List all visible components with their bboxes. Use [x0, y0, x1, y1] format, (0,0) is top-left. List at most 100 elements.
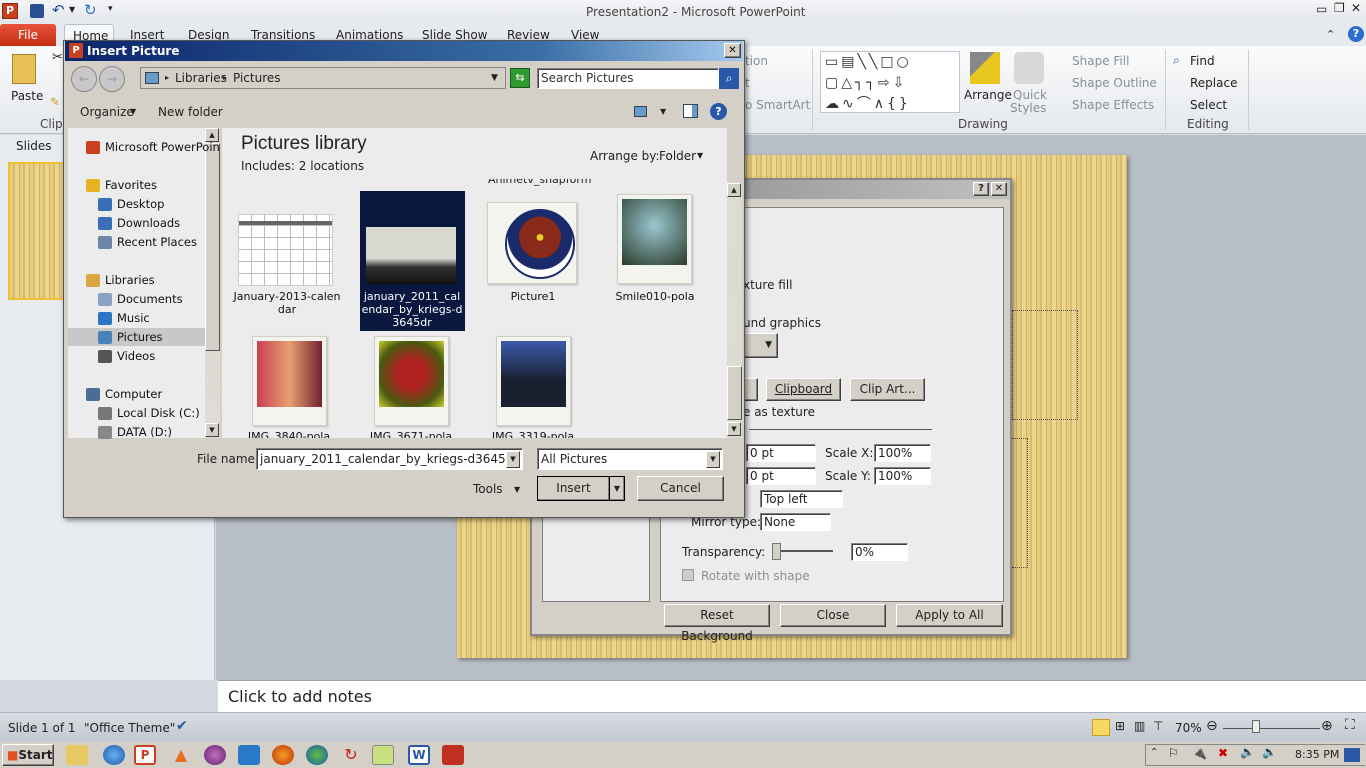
- align-text-button[interactable]: t: [745, 76, 750, 90]
- refresh-button[interactable]: ⇆: [510, 68, 530, 88]
- help-button[interactable]: ?: [973, 182, 989, 196]
- normal-view-button[interactable]: [1092, 719, 1110, 736]
- quick-styles-button[interactable]: Quick: [1013, 88, 1047, 102]
- reset-background-button[interactable]: Reset Background: [664, 604, 770, 643]
- network-disconnected-icon[interactable]: ✖: [1218, 746, 1228, 760]
- nav-item[interactable]: Recent Places: [117, 235, 197, 249]
- slides-tab[interactable]: Slides: [16, 139, 52, 153]
- close-dialog-button[interactable]: ✕: [991, 182, 1007, 196]
- shape-effects-button[interactable]: Shape Effects: [1072, 98, 1154, 112]
- help-icon[interactable]: ?: [710, 103, 727, 120]
- shape-fill-button[interactable]: Shape Fill: [1072, 54, 1129, 68]
- convert-smartart-button[interactable]: o SmartArt: [745, 98, 810, 112]
- breadcrumb-libraries[interactable]: Libraries: [175, 71, 227, 85]
- theme-name[interactable]: "Office Theme": [84, 721, 175, 735]
- slide-show-icon[interactable]: ⊤: [1153, 719, 1163, 733]
- ribbon-minimize-icon[interactable]: ⌃: [1326, 28, 1335, 41]
- chevron-down-icon[interactable]: ▼: [697, 151, 703, 160]
- tools-menu[interactable]: Tools: [473, 482, 503, 496]
- file-type-dropdown[interactable]: ▼: [706, 451, 720, 468]
- alignment-select[interactable]: Top left: [760, 490, 843, 508]
- transparency-field[interactable]: 0%: [851, 543, 908, 561]
- firefox-taskbar-icon[interactable]: [272, 745, 294, 765]
- view-options-icon[interactable]: ▼: [660, 107, 666, 116]
- nav-item[interactable]: Pictures: [117, 330, 163, 344]
- powerpoint-logo-icon[interactable]: P: [2, 3, 18, 19]
- restore-button[interactable]: ❐: [1334, 1, 1345, 15]
- library-includes[interactable]: Includes: 2 locations: [241, 159, 364, 173]
- texture-fill-option[interactable]: xture fill: [743, 278, 793, 292]
- network-app-taskbar-icon[interactable]: [306, 745, 328, 765]
- tile-as-texture-checkbox[interactable]: e as texture: [743, 405, 815, 419]
- reading-view-icon[interactable]: ▥: [1134, 719, 1145, 733]
- fit-to-window-icon[interactable]: ⛶: [1345, 717, 1355, 733]
- zoom-out-button[interactable]: ⊖: [1206, 718, 1218, 734]
- app-taskbar-icon[interactable]: [442, 745, 464, 765]
- new-folder-button[interactable]: New folder: [158, 105, 223, 119]
- start-button[interactable]: ■Start: [2, 744, 54, 766]
- scroll-down-button[interactable]: ▼: [727, 422, 741, 436]
- format-painter-icon[interactable]: ✎: [50, 95, 60, 109]
- nav-item[interactable]: Microsoft PowerPoin: [105, 140, 220, 154]
- nav-item[interactable]: Videos: [117, 349, 155, 363]
- offset-y-field[interactable]: 0 pt: [746, 467, 816, 485]
- nav-item[interactable]: DATA (D:): [117, 425, 172, 439]
- notes-placeholder[interactable]: Click to add notes: [228, 687, 372, 706]
- notes-pane[interactable]: Click to add notes: [218, 680, 1366, 712]
- file-type-filter[interactable]: All Pictures: [537, 448, 723, 470]
- slide-thumbnail[interactable]: [8, 162, 66, 300]
- nav-item[interactable]: Favorites: [105, 178, 157, 192]
- transparency-slider-thumb[interactable]: [772, 543, 781, 560]
- file-name-dropdown[interactable]: ▼: [506, 451, 520, 468]
- save-icon[interactable]: [30, 4, 44, 18]
- nav-item[interactable]: Music: [117, 311, 150, 325]
- zoom-level[interactable]: 70%: [1175, 721, 1202, 735]
- vlc-taskbar-icon[interactable]: ▲: [170, 745, 192, 765]
- power-icon[interactable]: 🔌: [1192, 746, 1207, 760]
- text-direction-button[interactable]: tion: [745, 54, 768, 68]
- help-icon[interactable]: ?: [1348, 26, 1364, 42]
- powerpoint-taskbar-icon[interactable]: P: [134, 745, 156, 765]
- file-app-taskbar-icon[interactable]: [372, 745, 394, 765]
- media-app-taskbar-icon[interactable]: [204, 745, 226, 765]
- show-desktop-icon[interactable]: [1344, 748, 1360, 762]
- file-list-scroll-thumb[interactable]: [727, 366, 742, 420]
- word-taskbar-icon[interactable]: W: [408, 745, 430, 765]
- nav-item[interactable]: Local Disk (C:): [117, 406, 200, 420]
- quick-styles-icon[interactable]: [1014, 52, 1044, 84]
- nav-item[interactable]: Documents: [117, 292, 183, 306]
- close-window-button[interactable]: ✕: [1351, 1, 1361, 15]
- apply-to-all-button[interactable]: Apply to All: [896, 604, 1003, 627]
- file-name-input[interactable]: january_2011_calendar_by_kriegs-d3645dr: [256, 448, 523, 470]
- nav-item[interactable]: Computer: [105, 387, 162, 401]
- transparency-slider-track[interactable]: [775, 550, 833, 552]
- breadcrumb-pictures[interactable]: Pictures: [233, 71, 281, 85]
- shape-outline-button[interactable]: Shape Outline: [1072, 76, 1157, 90]
- file-tile[interactable]: [496, 336, 571, 426]
- paste-button[interactable]: Paste: [11, 89, 43, 103]
- hide-background-graphics[interactable]: und graphics: [743, 316, 821, 330]
- arrange-icon[interactable]: [970, 52, 1000, 84]
- file-tile[interactable]: [252, 336, 327, 426]
- volume-muted-icon[interactable]: 🔈: [1262, 745, 1277, 759]
- file-tile[interactable]: [374, 336, 449, 426]
- file-tile[interactable]: [487, 202, 577, 284]
- paste-icon[interactable]: [12, 54, 36, 84]
- close-button[interactable]: Close: [780, 604, 886, 627]
- scale-y-field[interactable]: 100%: [874, 467, 931, 485]
- close-dialog-button[interactable]: ✕: [724, 43, 741, 58]
- insert-options-dropdown[interactable]: ▼: [609, 476, 625, 501]
- chevron-down-icon[interactable]: ▼: [491, 73, 498, 83]
- customize-toolbar-icon[interactable]: ▾: [108, 4, 113, 14]
- clip-art-button[interactable]: Clip Art...: [850, 378, 925, 401]
- preview-pane-icon[interactable]: [683, 104, 698, 118]
- scroll-up-button[interactable]: ▲: [727, 183, 741, 197]
- address-bar[interactable]: Libraries Pictures ▸ ▸ ▼: [140, 67, 506, 89]
- arrange-button[interactable]: Arrange: [964, 88, 1012, 102]
- file-tile[interactable]: [238, 214, 333, 286]
- cancel-button[interactable]: Cancel: [637, 476, 724, 501]
- file-tile[interactable]: [617, 194, 692, 284]
- rotate-with-shape-checkbox[interactable]: [682, 569, 694, 581]
- show-hidden-icons[interactable]: ⌃: [1150, 747, 1158, 758]
- explorer-taskbar-icon[interactable]: [66, 745, 88, 765]
